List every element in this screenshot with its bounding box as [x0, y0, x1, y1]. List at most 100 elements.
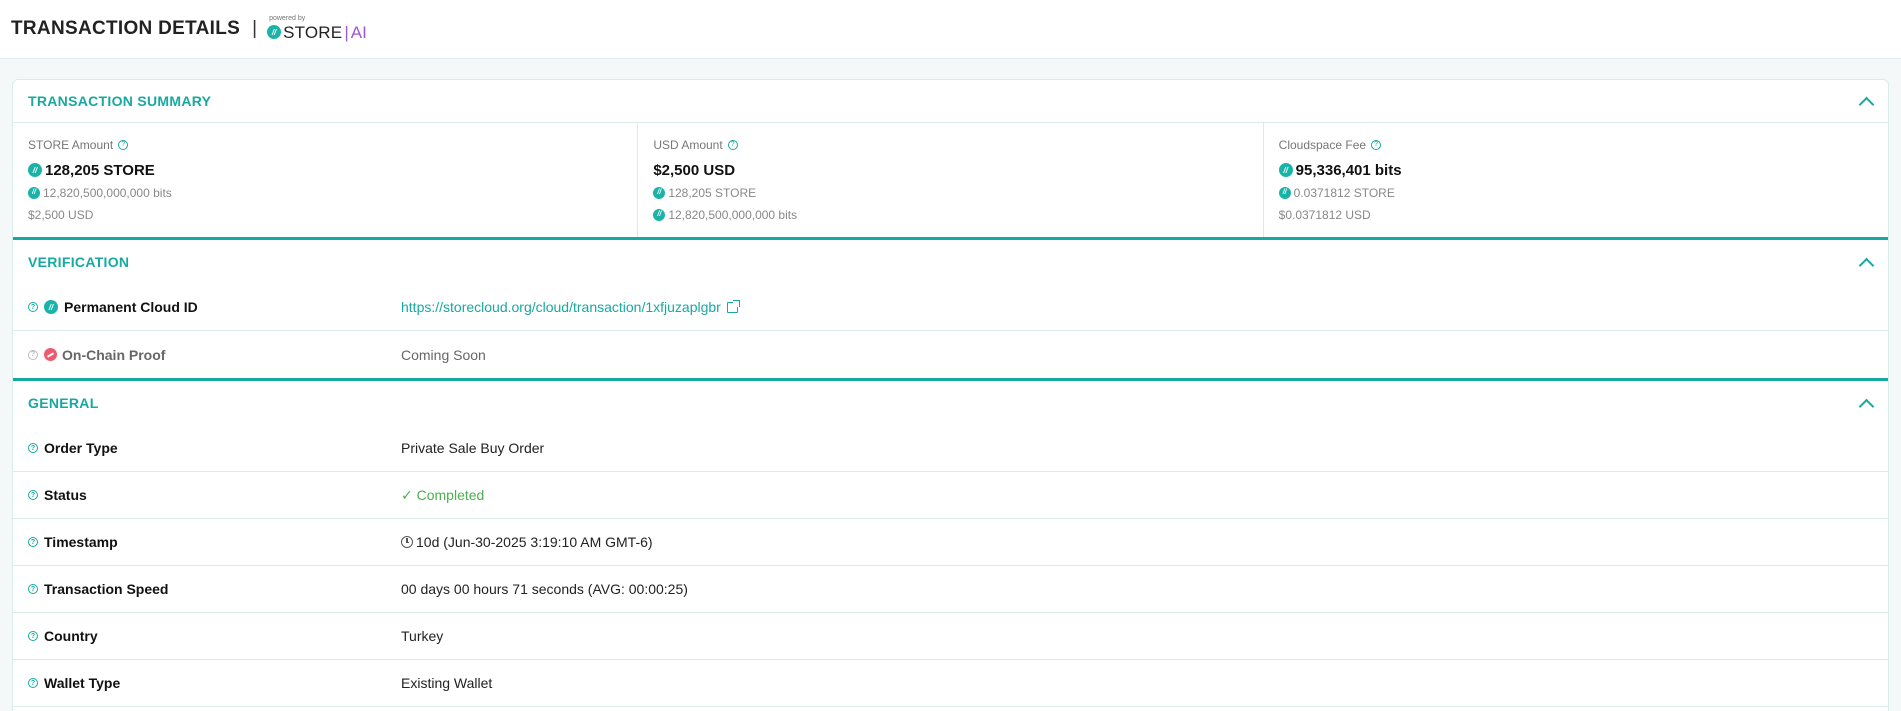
- general-row-country: ? Country Turkey: [13, 613, 1888, 660]
- wallet-type-label-cell: ? Wallet Type: [28, 675, 401, 691]
- general-section-header[interactable]: GENERAL: [13, 381, 1888, 425]
- usd-amount-label: USD Amount: [653, 137, 723, 152]
- store-amount-bits: 12,820,500,000,000 bits: [43, 185, 172, 200]
- summary-title: TRANSACTION SUMMARY: [28, 93, 212, 109]
- usd-amount-sub1-row: // 128,205 STORE: [653, 184, 1247, 201]
- onchain-label: On-Chain Proof: [62, 346, 166, 363]
- verification-title: VERIFICATION: [28, 254, 130, 270]
- store-coin-icon: //: [44, 300, 58, 314]
- onchain-label-cell: ? On-Chain Proof: [28, 347, 401, 363]
- store-coin-icon: //: [1278, 163, 1293, 177]
- store-coin-icon: //: [28, 163, 42, 177]
- order-type-value: Private Sale Buy Order: [401, 440, 545, 456]
- help-circle-icon[interactable]: ?: [28, 584, 38, 594]
- store-amount-value: 128,205 STORE: [45, 161, 155, 179]
- cloud-id-label: Permanent Cloud ID: [64, 299, 198, 315]
- verification-row-onchain: ? On-Chain Proof Coming Soon: [13, 331, 1888, 378]
- usd-amount-store: 128,205 STORE: [668, 185, 757, 200]
- store-amount-sub2-row: $2,500 USD: [28, 206, 622, 223]
- country-label-cell: ? Country: [28, 628, 401, 644]
- fee-usd: $0.0371812 USD: [1278, 207, 1371, 222]
- country-label: Country: [44, 628, 98, 644]
- external-link-icon[interactable]: [726, 299, 740, 313]
- general-title: GENERAL: [28, 395, 99, 411]
- help-circle-icon[interactable]: ?: [28, 537, 38, 547]
- store-amount-main-row: // 128,205 STORE: [28, 161, 622, 179]
- fee-sub2-row: $0.0371812 USD: [1279, 206, 1873, 223]
- brand-logo: powered by // STORE | AI: [267, 15, 367, 42]
- help-circle-icon[interactable]: ?: [28, 678, 38, 688]
- powered-by-label: powered by: [269, 14, 306, 22]
- brand-store-text: STORE: [283, 22, 343, 42]
- brand-ai-text: AI: [350, 22, 367, 42]
- page-header: TRANSACTION DETAILS | powered by // STOR…: [0, 0, 1901, 59]
- usd-amount-cell: USD Amount ? $2,500 USD // 128,205 STORE…: [638, 123, 1264, 237]
- fee-main-row: // 95,336,401 bits: [1278, 161, 1873, 179]
- cloudspace-fee-cell: Cloudspace Fee ? // 95,336,401 bits // 0…: [1264, 123, 1888, 237]
- store-coin-icon: //: [653, 208, 666, 221]
- onchain-value: Coming Soon: [401, 346, 486, 363]
- store-coin-icon: //: [653, 186, 666, 199]
- general-row-status: ? Status ✓ Completed: [13, 472, 1888, 519]
- help-circle-icon[interactable]: ?: [28, 490, 38, 500]
- summary-grid: STORE Amount ? // 128,205 STORE // 12,82…: [13, 123, 1888, 240]
- fee-label: Cloudspace Fee: [1278, 137, 1367, 152]
- country-value: Turkey: [401, 628, 444, 644]
- usd-amount-bits: 12,820,500,000,000 bits: [668, 207, 798, 222]
- help-circle-icon[interactable]: ?: [727, 139, 738, 150]
- chevron-up-icon[interactable]: [1858, 257, 1875, 273]
- speed-label-cell: ? Transaction Speed: [28, 581, 401, 597]
- fee-label-row: Cloudspace Fee ?: [1279, 137, 1873, 152]
- usd-amount-sub2-row: // 12,820,500,000,000 bits: [653, 206, 1247, 223]
- usd-amount-main-row: $2,500 USD: [653, 161, 1247, 179]
- brand-separator: |: [344, 22, 349, 42]
- general-row-timestamp: ? Timestamp 10d (Jun-30-2025 3:19:10 AM …: [13, 519, 1888, 566]
- help-circle-icon[interactable]: ?: [28, 631, 38, 641]
- general-row-speed: ? Transaction Speed 00 days 00 hours 71 …: [13, 566, 1888, 613]
- order-type-label-cell: ? Order Type: [28, 440, 401, 456]
- order-type-label: Order Type: [44, 440, 118, 456]
- chevron-up-icon[interactable]: [1858, 398, 1875, 414]
- clock-icon: [401, 536, 413, 548]
- help-circle-icon[interactable]: ?: [28, 349, 38, 360]
- verification-row-cloud-id: ? // Permanent Cloud ID https://storeclo…: [13, 284, 1888, 331]
- fee-store: 0.0371812 STORE: [1293, 185, 1395, 200]
- store-coin-icon: //: [1278, 186, 1291, 199]
- store-amount-usd: $2,500 USD: [28, 207, 94, 222]
- cloud-id-link[interactable]: https://storecloud.org/cloud/transaction…: [401, 299, 740, 315]
- speed-label: Transaction Speed: [44, 581, 169, 597]
- timestamp-value: 10d (Jun-30-2025 3:19:10 AM GMT-6): [416, 534, 653, 550]
- store-amount-label-row: STORE Amount ?: [28, 137, 622, 152]
- wallet-type-value: Existing Wallet: [401, 675, 493, 691]
- transaction-card: TRANSACTION SUMMARY STORE Amount ? // 12…: [12, 79, 1889, 711]
- help-circle-icon[interactable]: ?: [28, 302, 38, 312]
- fee-value: 95,336,401 bits: [1295, 161, 1402, 179]
- status-badge: ✓ Completed: [401, 486, 485, 503]
- store-coin-icon: //: [28, 186, 40, 199]
- status-label: Status: [44, 487, 87, 503]
- usd-amount-label-row: USD Amount ?: [653, 137, 1247, 152]
- help-circle-icon[interactable]: ?: [1371, 139, 1382, 150]
- cloud-id-url[interactable]: https://storecloud.org/cloud/transaction…: [401, 299, 721, 315]
- timestamp-label-cell: ? Timestamp: [28, 534, 401, 550]
- help-circle-icon[interactable]: ?: [28, 443, 38, 453]
- wallet-type-label: Wallet Type: [44, 675, 121, 691]
- speed-value: 00 days 00 hours 71 seconds (AVG: 00:00:…: [401, 581, 688, 597]
- timestamp-value-cell: 10d (Jun-30-2025 3:19:10 AM GMT-6): [401, 534, 653, 550]
- store-coin-icon: //: [267, 25, 282, 39]
- general-row-order-type: ? Order Type Private Sale Buy Order: [13, 425, 1888, 472]
- verification-section-header[interactable]: VERIFICATION: [13, 240, 1888, 284]
- page-title: TRANSACTION DETAILS: [11, 18, 241, 39]
- fee-sub1-row: // 0.0371812 STORE: [1278, 184, 1873, 201]
- store-amount-sub1-row: // 12,820,500,000,000 bits: [28, 184, 622, 201]
- store-amount-cell: STORE Amount ? // 128,205 STORE // 12,82…: [13, 123, 639, 237]
- timestamp-label: Timestamp: [44, 534, 118, 550]
- status-label-cell: ? Status: [28, 487, 401, 503]
- chevron-up-icon[interactable]: [1858, 96, 1875, 112]
- help-circle-icon[interactable]: ?: [118, 139, 129, 150]
- usd-amount-value: $2,500 USD: [653, 161, 736, 179]
- general-row-wallet-type: ? Wallet Type Existing Wallet: [13, 660, 1888, 707]
- on-chain-status-icon: [44, 348, 57, 361]
- summary-section-header[interactable]: TRANSACTION SUMMARY: [13, 80, 1888, 123]
- cloud-id-label-cell: ? // Permanent Cloud ID: [28, 299, 401, 315]
